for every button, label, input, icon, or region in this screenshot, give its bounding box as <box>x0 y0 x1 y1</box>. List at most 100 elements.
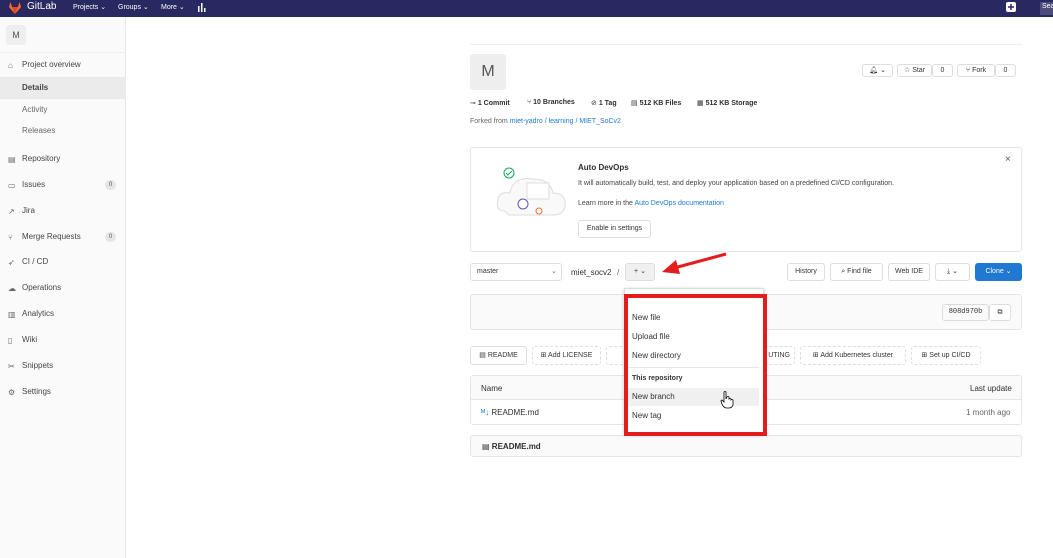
nav-more[interactable]: More ⌄ <box>161 3 185 11</box>
commit-sha[interactable]: 808d970b <box>942 304 989 321</box>
file-icon: ▤ <box>482 442 490 451</box>
stat-tags[interactable]: ⊘ 1 Tag <box>591 99 617 107</box>
tag-icon: ⊘ <box>591 100 597 107</box>
merge-icon: ⑂ <box>8 233 13 242</box>
nav-groups[interactable]: Groups ⌄ <box>118 3 149 11</box>
commit-icon: ⊸ <box>470 100 476 107</box>
sidebar-item-ci-cd[interactable]: ➶ CI / CD <box>0 251 126 273</box>
plus-icon: ⊞ <box>540 352 547 359</box>
sidebar-item-jira[interactable]: ↗ Jira <box>0 200 126 222</box>
clone-button[interactable]: Clone ⌄ <box>975 263 1022 281</box>
devops-illustration-icon <box>496 167 566 216</box>
gitlab-logo-icon[interactable] <box>8 1 22 15</box>
setup-ci-cd-shortcut[interactable]: ⊞ Set up CI/CD <box>911 346 981 365</box>
forked-from: Forked from miet-yadro / learning / MIET… <box>470 118 621 125</box>
issues-icon: ▭ <box>8 181 16 190</box>
hand-cursor-icon <box>720 391 734 409</box>
copy-icon[interactable]: ⧉ <box>989 304 1011 321</box>
find-file-button[interactable]: ⌕ Find file <box>830 263 883 281</box>
forked-link[interactable]: miet-yadro / learning / MIET_SoCv2 <box>510 118 621 125</box>
download-icon: ⤓ <box>947 268 951 275</box>
auto-devops-banner: Auto DevOps It will automatically build,… <box>470 147 1022 252</box>
file-updated: 1 month ago <box>966 408 1011 417</box>
devops-docs-link[interactable]: Auto DevOps documentation <box>634 200 724 207</box>
breadcrumb-divider <box>470 44 1022 45</box>
file-icon: ▤ <box>479 352 486 359</box>
stat-files[interactable]: ▤ 512 KB Files <box>631 99 681 107</box>
sidebar-item-repository[interactable]: ▤ Repository <box>0 148 126 170</box>
fork-count[interactable]: 0 <box>995 64 1016 77</box>
sidebar-item-activity[interactable]: Activity <box>0 99 126 121</box>
download-button[interactable]: ⤓ ⌄ <box>935 263 970 281</box>
count-badge: 0 <box>105 232 116 242</box>
sidebar-item-operations[interactable]: ☁ Operations <box>0 277 126 299</box>
find-file-label: Find file <box>847 268 872 275</box>
stat-tags-label: 1 Tag <box>598 100 617 107</box>
sidebar: M ⌂ Project overview Details Activity Re… <box>0 17 126 558</box>
fork-icon: ⑂ <box>965 67 971 74</box>
star-count[interactable]: 0 <box>932 64 953 77</box>
sidebar-item-label: Wiki <box>22 335 38 344</box>
search-input[interactable]: Sea <box>1040 2 1053 15</box>
file-name[interactable]: README.md <box>491 408 539 417</box>
jira-icon: ↗ <box>8 207 15 216</box>
branch-select[interactable]: master ⌄ <box>470 263 562 281</box>
sidebar-item-label: Releases <box>22 126 56 135</box>
sidebar-item-label: Settings <box>22 387 51 396</box>
add-license-shortcut[interactable]: ⊞ Add LICENSE <box>532 346 601 365</box>
stat-storage-label: 512 KB Storage <box>705 100 758 107</box>
readme-shortcut-label: README <box>487 352 518 359</box>
notification-bell-button[interactable]: 🔔︎ ⌄ <box>862 64 893 77</box>
sidebar-item-label: Merge Requests <box>22 232 81 241</box>
sidebar-item-details[interactable]: Details <box>0 77 126 99</box>
add-kubernetes-shortcut[interactable]: ⊞ Add Kubernetes cluster <box>800 346 906 365</box>
scissors-icon: ✂ <box>8 362 15 371</box>
sidebar-item-merge-requests[interactable]: ⑂ Merge Requests 0 <box>0 226 126 248</box>
stat-branches[interactable]: ⑂ 10 Branches <box>527 99 575 106</box>
readme-header: ▤ README.md <box>470 435 1022 457</box>
star-button[interactable]: ☆ Star <box>897 64 932 77</box>
stat-commits[interactable]: ⊸ 1 Commit <box>470 99 510 107</box>
new-plus-icon[interactable] <box>1006 2 1022 14</box>
sidebar-item-label: Analytics <box>22 309 55 318</box>
sidebar-item-snippets[interactable]: ✂ Snippets <box>0 355 126 377</box>
home-icon: ⌂ <box>8 61 13 70</box>
sidebar-project-header[interactable]: M <box>0 17 126 53</box>
repo-path[interactable]: miet_socv2 <box>571 268 611 277</box>
activity-chart-icon[interactable] <box>197 3 207 12</box>
star-label: Star <box>912 67 926 74</box>
table-row[interactable]: ᴹ↓ README.md <box>481 408 539 417</box>
chevron-down-icon: ⌄ <box>551 268 557 275</box>
sidebar-item-issues[interactable]: ▭ Issues 0 <box>0 174 126 196</box>
sidebar-item-settings[interactable]: ⚙ Settings <box>0 381 126 403</box>
search-icon: ⌕ <box>841 268 846 275</box>
readme-shortcut[interactable]: ▤ README <box>470 346 527 365</box>
fork-label: Fork <box>972 67 987 74</box>
gear-icon: ⚙ <box>8 388 16 397</box>
devops-title: Auto DevOps <box>578 163 629 172</box>
branch-name: master <box>477 268 499 275</box>
download-chevron: ⌄ <box>952 268 958 275</box>
web-ide-button[interactable]: Web IDE <box>888 263 930 281</box>
sidebar-item-releases[interactable]: Releases <box>0 120 126 142</box>
doc-icon: ▤ <box>8 155 16 164</box>
rocket-icon: ➶ <box>8 258 15 267</box>
plus-icon: ⊞ <box>812 352 819 359</box>
sidebar-item-wiki[interactable]: ▯ Wiki <box>0 329 126 351</box>
sidebar-item-project-overview[interactable]: ⌂ Project overview <box>0 54 126 76</box>
devops-learn-more: Learn more in the Auto DevOps documentat… <box>578 200 724 207</box>
close-icon[interactable]: × <box>1005 154 1011 165</box>
fork-button[interactable]: ⑂ Fork <box>957 64 995 77</box>
book-icon: ▯ <box>8 336 13 345</box>
add-new-dropdown-button[interactable]: + ⌄ <box>625 263 655 281</box>
stat-commits-label: 1 Commit <box>477 100 510 107</box>
nav-projects[interactable]: Projects ⌄ <box>73 3 106 11</box>
history-button[interactable]: History <box>787 263 825 281</box>
readme-title: ▤ README.md <box>482 442 541 451</box>
devops-description: It will automatically build, test, and d… <box>578 180 894 187</box>
col-name: Name <box>481 384 503 393</box>
sidebar-item-analytics[interactable]: ▥ Analytics <box>0 303 126 325</box>
enable-in-settings-button[interactable]: Enable in settings <box>578 220 651 238</box>
brand-name[interactable]: GitLab <box>27 1 56 12</box>
add-kubernetes-label: Add Kubernetes cluster <box>820 352 894 359</box>
